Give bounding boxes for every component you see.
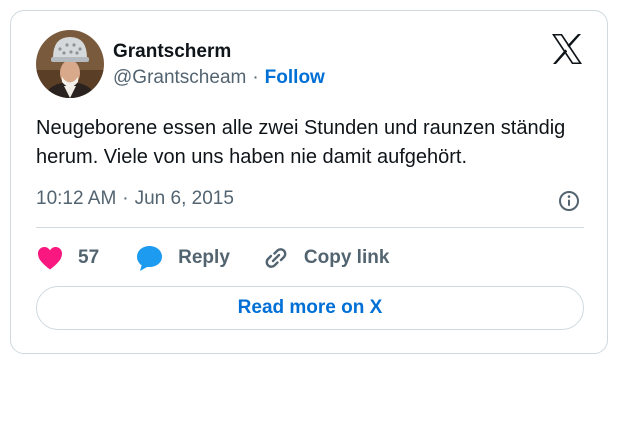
avatar-image [36,30,104,98]
heart-icon [38,247,62,270]
action-bar: 57 Reply Copy link [36,242,389,274]
follow-button[interactable]: Follow [265,67,325,88]
divider [36,227,584,228]
separator-dot: · [252,67,259,88]
author-name[interactable]: Grantscherm [113,41,231,63]
like-button[interactable]: 57 [36,245,99,271]
x-logo-icon[interactable] [550,32,584,66]
link-icon [265,248,287,268]
like-count: 57 [78,247,100,268]
handle-row: @Grantscheam · Follow [113,66,325,90]
reply-label: Reply [178,247,230,268]
tweet-date: Jun 6, 2015 [134,188,234,209]
avatar[interactable] [36,30,104,98]
timestamp[interactable]: 10:12 AM · Jun 6, 2015 [36,187,234,211]
speech-bubble-icon [137,246,163,271]
tweet-text: Neugeborene essen alle zwei Stunden und … [36,117,566,168]
reply-button[interactable]: Reply [135,244,230,272]
copy-link-label: Copy link [303,247,390,268]
tweet-time: 10:12 AM [36,188,117,209]
info-icon[interactable] [558,190,580,212]
read-more-label: Read more on X [237,297,383,318]
copy-link-button[interactable]: Copy link [262,244,390,272]
read-more-button[interactable]: Read more on X [36,286,584,330]
tweet-embed-card: Grantscherm @Grantscheam · Follow Neugebor… [10,10,608,354]
author-handle[interactable]: @Grantscheam [113,67,246,88]
separator-dot: · [122,188,129,209]
